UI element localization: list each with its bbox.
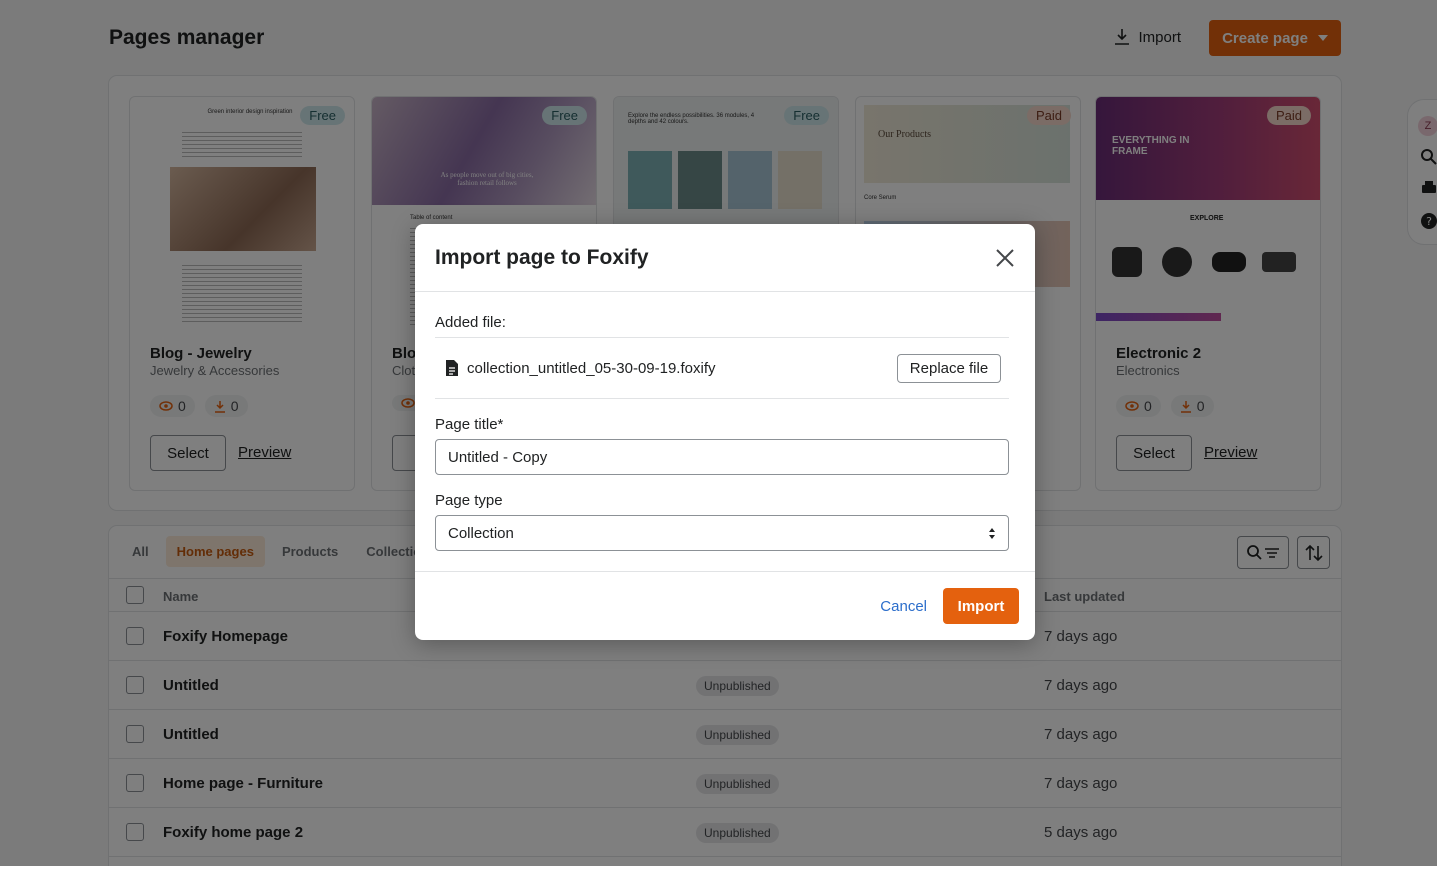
modal-header: Import page to Foxify [415,224,1035,292]
cancel-button[interactable]: Cancel [880,598,927,615]
page-title-label: Page title* [435,416,504,433]
replace-file-button[interactable]: Replace file [897,354,1001,383]
page-type-select[interactable]: Collection [435,515,1009,551]
added-file-row: collection_untitled_05-30-09-19.foxify R… [435,337,1009,399]
added-file-label: Added file: [435,314,506,331]
page-type-label: Page type [435,492,503,509]
file-icon [446,360,458,376]
modal-title: Import page to Foxify [435,246,649,269]
bottom-strip [0,866,1437,896]
page-type-value: Collection [448,524,514,542]
pages-manager: Pages manager Import Create page Green i… [0,0,1437,866]
file-name: collection_untitled_05-30-09-19.foxify [467,360,716,377]
close-icon [996,249,1014,267]
import-modal: Import page to Foxify Added file: collec… [415,224,1035,640]
import-confirm-button[interactable]: Import [943,588,1019,624]
close-button[interactable] [993,246,1017,270]
modal-footer: Cancel Import [415,571,1035,640]
page-title-input[interactable]: Untitled - Copy [435,439,1009,475]
select-arrows-icon [989,528,995,539]
